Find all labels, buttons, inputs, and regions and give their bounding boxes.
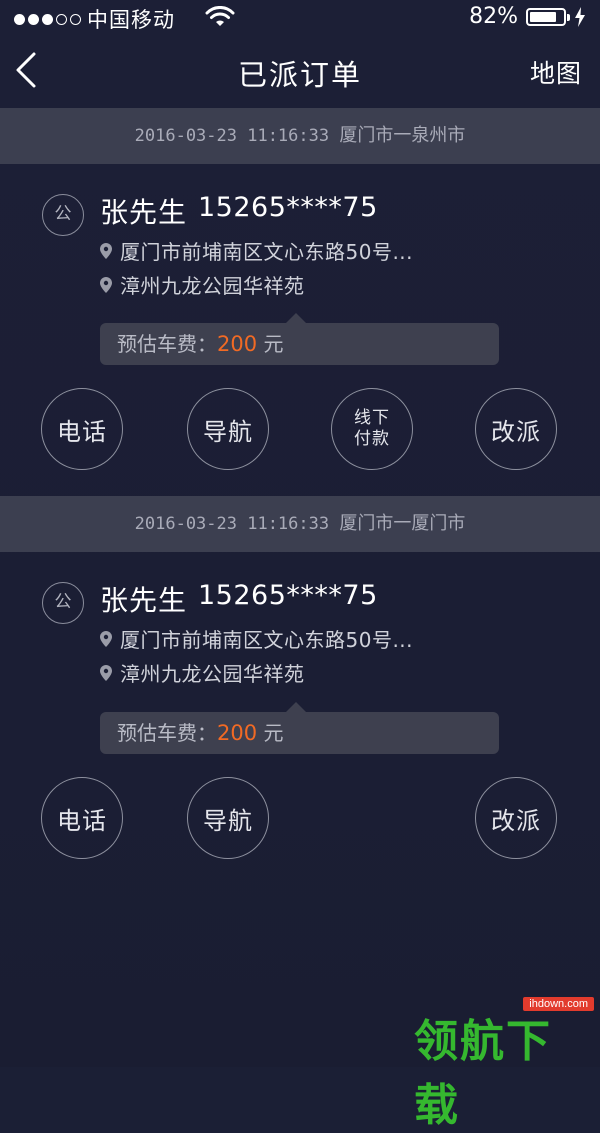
wifi-icon <box>205 6 235 26</box>
company-badge: 公 <box>42 194 84 236</box>
location-pin-icon <box>100 276 112 293</box>
fare-estimate: 预估车费：200 元 <box>100 313 499 365</box>
navigate-button[interactable]: 导航 <box>187 388 269 470</box>
dropoff-address: 漳州九龙公园华祥苑 <box>100 270 305 299</box>
offline-payment-button[interactable]: 线下 付款 <box>331 388 413 470</box>
pickup-address-text: 厦门市前埔南区文心东路50号... <box>120 240 414 264</box>
nav-bar: 已派订单 地图 <box>0 34 600 108</box>
order-card: 公 张先生 15265****75 厦门市前埔南区文心东路50号... 漳州九龙… <box>0 164 600 496</box>
status-bar: 中国移动 82% <box>0 0 600 34</box>
charging-bolt-icon <box>575 6 585 27</box>
fare-label: 预估车费： <box>117 332 217 356</box>
fare-estimate: 预估车费：200 元 <box>100 702 499 754</box>
battery-fill <box>530 11 557 22</box>
pickup-address-text: 厦门市前埔南区文心东路50号... <box>120 628 414 652</box>
customer-phone: 15265****75 <box>198 192 378 223</box>
fare-amount: 200 <box>217 721 258 745</box>
status-left: 中国移动 <box>14 4 175 34</box>
navigate-button[interactable]: 导航 <box>187 777 269 859</box>
screen: 中国移动 82% 已派订单 地图 2016-03-23 11:16:33 厦门市… <box>0 0 600 1131</box>
order-datetime: 2016-03-23 11:16:33 <box>134 514 330 534</box>
signal-dot <box>42 13 53 25</box>
reassign-button[interactable]: 改派 <box>475 388 557 470</box>
location-pin-icon <box>100 664 112 681</box>
signal-dot <box>14 13 25 25</box>
location-pin-icon <box>100 242 112 259</box>
dropoff-address-text: 漳州九龙公园华祥苑 <box>120 274 305 298</box>
signal-dot <box>28 13 39 25</box>
battery-icon <box>526 7 570 26</box>
company-badge: 公 <box>42 582 84 624</box>
order-route: 厦门市一泉州市 <box>339 125 466 146</box>
signal-strength-icon <box>14 13 81 25</box>
customer-name: 张先生 <box>100 196 188 229</box>
signal-dot <box>70 13 81 25</box>
dropoff-address-text: 漳州九龙公园华祥苑 <box>120 662 305 686</box>
reassign-button[interactable]: 改派 <box>475 777 557 859</box>
pickup-address: 厦门市前埔南区文心东路50号... <box>100 236 413 265</box>
pickup-address: 厦门市前埔南区文心东路50号... <box>100 624 413 653</box>
order-date-bar: 2016-03-23 11:16:33 厦门市一厦门市 <box>0 496 600 552</box>
map-button[interactable]: 地图 <box>530 54 582 90</box>
customer-phone: 15265****75 <box>198 580 378 611</box>
call-button[interactable]: 电话 <box>41 388 123 470</box>
status-right: 82% <box>469 4 586 29</box>
fare-unit: 元 <box>263 332 284 356</box>
fare-unit: 元 <box>263 721 284 745</box>
fare-label: 预估车费： <box>117 721 217 745</box>
call-button[interactable]: 电话 <box>41 777 123 859</box>
order-date-bar: 2016-03-23 11:16:33 厦门市一泉州市 <box>0 108 600 164</box>
signal-dot <box>56 13 67 25</box>
dropoff-address: 漳州九龙公园华祥苑 <box>100 658 305 687</box>
location-pin-icon <box>100 630 112 647</box>
customer-name: 张先生 <box>100 584 188 617</box>
page-title: 已派订单 <box>237 58 362 92</box>
carrier-name: 中国移动 <box>87 8 175 32</box>
watermark-logo: ihdown.com 领航下载 <box>414 997 594 1131</box>
battery-percent: 82% <box>469 4 518 29</box>
fare-amount: 200 <box>217 332 258 356</box>
order-datetime: 2016-03-23 11:16:33 <box>134 126 330 146</box>
order-route: 厦门市一厦门市 <box>339 513 466 534</box>
order-card: 公 张先生 15265****75 厦门市前埔南区文心东路50号... 漳州九龙… <box>0 552 600 884</box>
watermark-text: 领航下载 <box>414 1016 552 1131</box>
